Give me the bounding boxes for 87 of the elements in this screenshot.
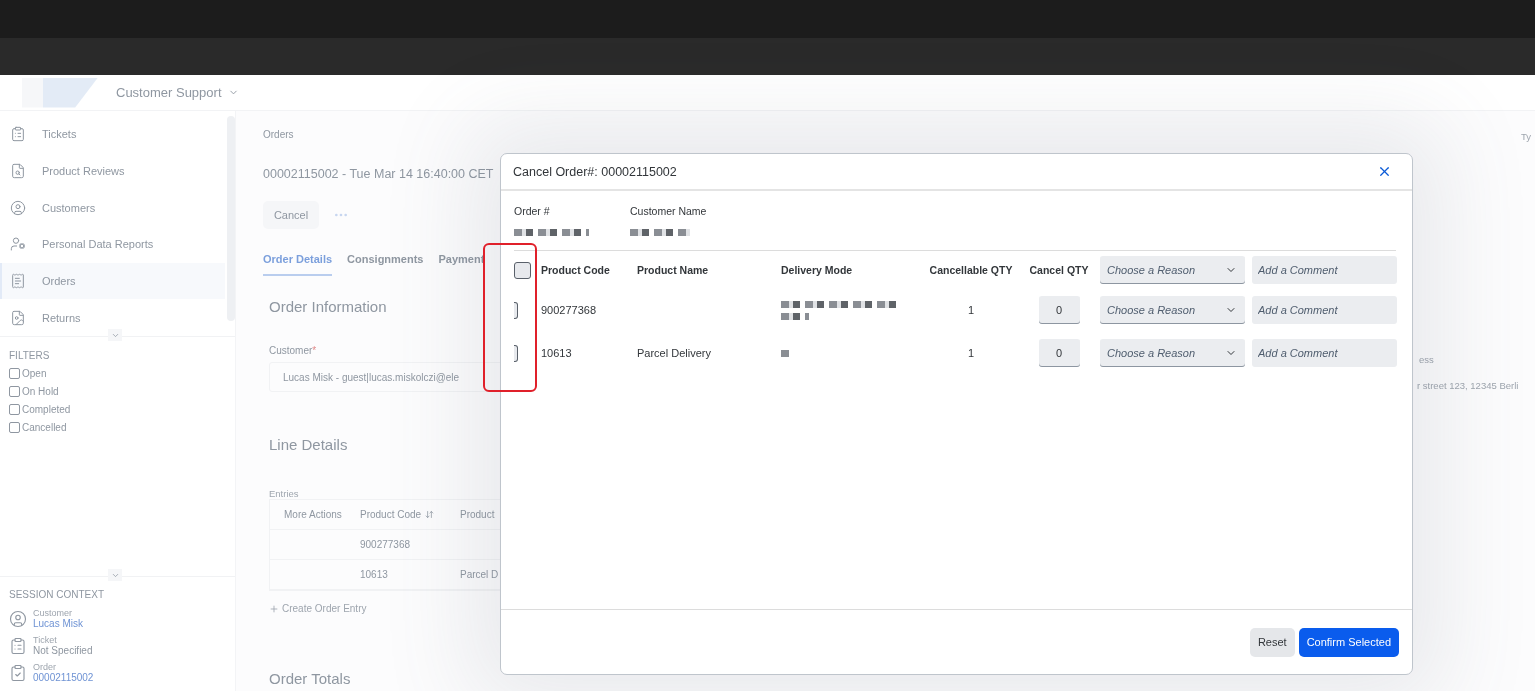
confirm-button[interactable]: Confirm Selected xyxy=(1298,627,1399,657)
cancel-button[interactable]: Cancel xyxy=(263,201,319,229)
table-cell-text: 1 xyxy=(966,304,976,316)
column-label: Ty xyxy=(1521,131,1532,142)
sort-icon xyxy=(425,510,435,519)
nav-item[interactable]: Returns xyxy=(0,299,225,337)
context-link[interactable]: Lucas Misk xyxy=(33,618,83,629)
collapse-button[interactable] xyxy=(108,329,122,341)
column-header: Cancellable QTY xyxy=(928,264,1014,276)
field-label: Customer Name xyxy=(630,205,708,217)
image-document-icon xyxy=(10,309,26,326)
section-title: SESSION CONTEXT xyxy=(9,589,105,600)
checkbox[interactable] xyxy=(9,386,20,397)
context-value: Not Specified xyxy=(33,645,93,656)
nav-item[interactable]: Customers xyxy=(0,189,225,226)
required-mark: * xyxy=(312,345,317,356)
column-header: Product Name xyxy=(637,264,710,276)
checkbox-label: Cancelled xyxy=(22,422,67,433)
section-heading: Order Information xyxy=(269,298,388,315)
field-label: Order # xyxy=(514,205,551,217)
nav-item[interactable]: Product Reviews xyxy=(0,152,225,190)
tab[interactable]: Consignments xyxy=(347,241,424,276)
page-title: 00002115002 - Tue Mar 14 16:40:00 CET xyxy=(263,167,495,181)
collapse-button[interactable] xyxy=(108,569,122,581)
clipboard-list-icon xyxy=(10,126,26,143)
field-label: Customer* xyxy=(269,345,318,356)
column-header: Product Code xyxy=(541,264,611,276)
checkbox-label: Open xyxy=(22,368,47,379)
nav-item[interactable]: Tickets xyxy=(0,116,225,153)
table-cell-text: Parcel D xyxy=(460,569,500,580)
table-caption: Entries xyxy=(269,488,300,499)
column-header: Cancel QTY xyxy=(1028,264,1090,276)
reason-dropdown[interactable]: Choose a Reason xyxy=(1100,256,1245,284)
table-cell-text: Parcel Delivery xyxy=(637,347,712,359)
reason-dropdown[interactable]: Choose a Reason xyxy=(1100,296,1245,324)
clipboard-list-icon xyxy=(9,636,27,655)
reason-dropdown[interactable]: Choose a Reason xyxy=(1100,339,1245,367)
field-label: ess xyxy=(1419,354,1434,365)
checkbox[interactable] xyxy=(9,404,20,415)
app-switcher[interactable]: Customer Support xyxy=(116,85,239,100)
section-heading: Order Totals xyxy=(269,670,352,687)
table-cell-text: 1 xyxy=(966,347,976,359)
comment-field[interactable]: Add a Comment xyxy=(1252,339,1397,367)
close-button[interactable] xyxy=(1377,164,1392,179)
column-header: Delivery Mode xyxy=(781,264,854,276)
document-search-icon xyxy=(10,163,26,179)
receipt-icon xyxy=(10,273,26,289)
column-header[interactable]: More Actions xyxy=(270,509,360,520)
nav-item[interactable]: Personal Data Reports xyxy=(0,226,225,263)
row-checkbox[interactable] xyxy=(514,301,518,319)
table-cell-text: 10613 xyxy=(541,347,573,359)
checkbox-label: Completed xyxy=(22,404,71,415)
table-cell-text: 900277368 xyxy=(541,304,598,316)
checkbox[interactable] xyxy=(9,422,20,433)
clipboard-check-icon xyxy=(9,663,27,682)
user-circle-icon xyxy=(10,199,26,216)
breadcrumb[interactable]: Orders xyxy=(263,129,501,140)
dialog-title: Cancel Order#: 00002115002 xyxy=(513,164,677,179)
table-cell-text: 900277368 xyxy=(360,539,412,550)
plus-icon xyxy=(269,603,279,614)
tab[interactable]: Payment xyxy=(438,241,485,276)
create-entry-link[interactable]: Create Order Entry xyxy=(269,603,501,614)
comment-field[interactable]: Add a Comment xyxy=(1252,256,1397,284)
quantity-field[interactable]: 0 xyxy=(1038,339,1080,367)
close-icon xyxy=(1377,164,1392,179)
section-heading: Line Details xyxy=(269,436,349,453)
nav-item[interactable]: Orders xyxy=(0,262,225,300)
quantity-field[interactable]: 0 xyxy=(1038,296,1080,324)
checkbox-label: On Hold xyxy=(22,386,59,397)
address-value: r street 123, 12345 Berli xyxy=(1417,380,1519,391)
user-gear-icon xyxy=(10,236,26,253)
checkbox[interactable] xyxy=(9,368,20,379)
select-all-checkbox[interactable] xyxy=(514,261,531,279)
comment-field[interactable]: Add a Comment xyxy=(1252,296,1397,324)
redacted-value xyxy=(781,349,789,357)
redacted-value xyxy=(630,229,690,236)
tab[interactable]: Order Details xyxy=(263,241,333,276)
column-header[interactable]: Product Code xyxy=(360,509,460,520)
reset-button[interactable]: Reset xyxy=(1249,627,1295,657)
context-label: Order xyxy=(33,662,57,672)
user-circle-icon xyxy=(9,609,27,628)
context-label: Customer xyxy=(33,608,73,618)
section-title: FILTERS xyxy=(9,350,51,361)
row-checkbox[interactable] xyxy=(514,344,518,362)
context-label: Ticket xyxy=(33,635,58,645)
context-link[interactable]: 00002115002 xyxy=(33,672,94,683)
table-cell-text: 10613 xyxy=(360,569,389,580)
